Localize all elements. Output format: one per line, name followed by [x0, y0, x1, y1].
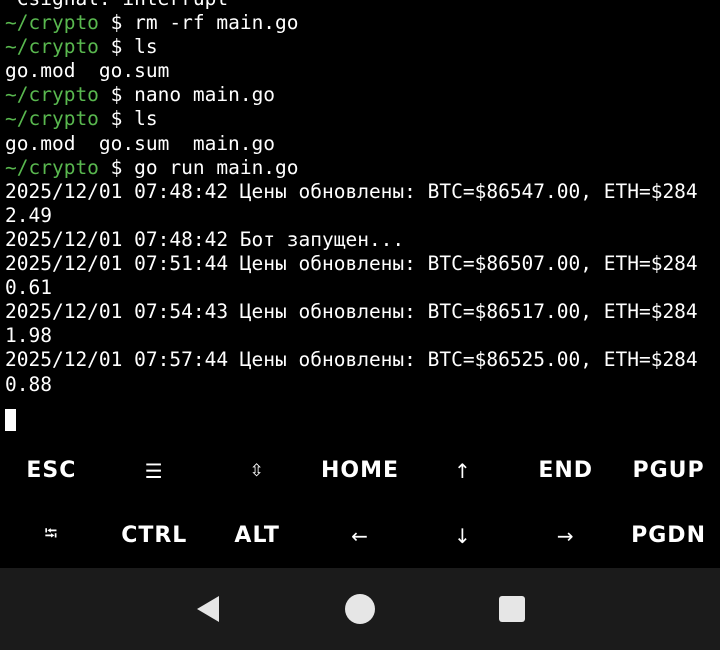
prompt-symbol: $ — [110, 35, 123, 59]
command-text: ls — [134, 35, 158, 59]
prompt-symbol: $ — [110, 83, 123, 107]
pgdn-key[interactable]: PGDN — [617, 503, 720, 568]
command-text: nano main.go — [134, 83, 276, 107]
output-text: 2025/12/01 07:51:44 Цены обновлены: BTC=… — [5, 252, 698, 276]
prompt-path: ~/crypto — [5, 11, 99, 35]
output-text: ^Csignal: interrupt — [5, 0, 228, 10]
arrow-right-key[interactable]: → — [514, 503, 617, 568]
prompt-path: ~/crypto — [5, 107, 99, 131]
extra-keys-bar: ESC ☰ ⇳ HOME ↑ END PGUP ⭾ CTRL ALT ← ↓ → PGDN — [0, 438, 720, 568]
arrow-up-key[interactable]: ↑ — [411, 438, 514, 503]
output-line: ^Csignal: interrupt — [5, 0, 720, 11]
prompt-line: ~/crypto $ ls — [5, 107, 720, 131]
output-text: 2.49 — [5, 203, 52, 227]
terminal-output[interactable]: ^Csignal: interrupt~/crypto $ rm -rf mai… — [0, 0, 720, 438]
arrow-down-key[interactable]: ↓ — [411, 503, 514, 568]
prompt-path: ~/crypto — [5, 155, 99, 179]
back-button[interactable] — [186, 587, 230, 631]
prompt-path: ~/crypto — [5, 83, 99, 107]
output-line: 2.49 — [5, 204, 720, 228]
output-line: 2025/12/01 07:48:42 Цены обновлены: BTC=… — [5, 180, 720, 204]
alt-key[interactable]: ALT — [206, 503, 309, 568]
output-line: 0.88 — [5, 373, 720, 397]
prompt-line: ~/crypto $ go run main.go — [5, 156, 720, 180]
output-text: 0.88 — [5, 372, 52, 396]
prompt-symbol: $ — [110, 155, 123, 179]
output-line: go.mod go.sum — [5, 59, 720, 83]
output-text: 2025/12/01 07:54:43 Цены обновлены: BTC=… — [5, 300, 698, 324]
output-line: 2025/12/01 07:54:43 Цены обновлены: BTC=… — [5, 300, 720, 324]
pgup-key[interactable]: PGUP — [617, 438, 720, 503]
prompt-line: ~/crypto $ rm -rf main.go — [5, 11, 720, 35]
prompt-symbol: $ — [110, 11, 123, 35]
command-text: rm -rf main.go — [134, 11, 299, 35]
command-text: go run main.go — [134, 155, 299, 179]
output-text: 2025/12/01 07:48:42 Бот запущен... — [5, 227, 405, 251]
arrow-left-key[interactable]: ← — [309, 503, 412, 568]
output-line: 2025/12/01 07:57:44 Цены обновлены: BTC=… — [5, 348, 720, 372]
end-key[interactable]: END — [514, 438, 617, 503]
system-navigation-bar — [0, 568, 720, 650]
output-line: 2025/12/01 07:51:44 Цены обновлены: BTC=… — [5, 252, 720, 276]
prompt-line: ~/crypto $ ls — [5, 35, 720, 59]
output-text: 2025/12/01 07:48:42 Цены обновлены: BTC=… — [5, 179, 698, 203]
output-text: go.mod go.sum main.go — [5, 131, 276, 155]
output-text: 2025/12/01 07:57:44 Цены обновлены: BTC=… — [5, 348, 698, 372]
home-icon — [345, 594, 375, 624]
esc-key[interactable]: ESC — [0, 438, 103, 503]
scroll-toggle-key[interactable]: ⇳ — [206, 438, 309, 503]
ctrl-key[interactable]: CTRL — [103, 503, 206, 568]
prompt-symbol: $ — [110, 107, 123, 131]
terminal-lines: ^Csignal: interrupt~/crypto $ rm -rf mai… — [5, 0, 720, 431]
prompt-path: ~/crypto — [5, 35, 99, 59]
drawer-menu-key[interactable]: ☰ — [103, 438, 206, 503]
output-line: 2025/12/01 07:48:42 Бот запущен... — [5, 228, 720, 252]
prompt-line: ~/crypto $ nano main.go — [5, 83, 720, 107]
terminal-cursor — [5, 408, 16, 431]
command-text: ls — [134, 107, 158, 131]
recents-button[interactable] — [490, 587, 534, 631]
output-line: 0.61 — [5, 276, 720, 300]
output-text: 0.61 — [5, 276, 52, 300]
cursor-line — [5, 397, 720, 431]
recents-icon — [499, 596, 525, 622]
home-button[interactable] — [338, 587, 382, 631]
output-line: 1.98 — [5, 324, 720, 348]
output-line: go.mod go.sum main.go — [5, 132, 720, 156]
tab-key[interactable]: ⭾ — [0, 503, 103, 568]
output-text: go.mod go.sum — [5, 59, 170, 83]
back-icon — [197, 596, 219, 622]
output-text: 1.98 — [5, 324, 52, 348]
home-key[interactable]: HOME — [309, 438, 412, 503]
